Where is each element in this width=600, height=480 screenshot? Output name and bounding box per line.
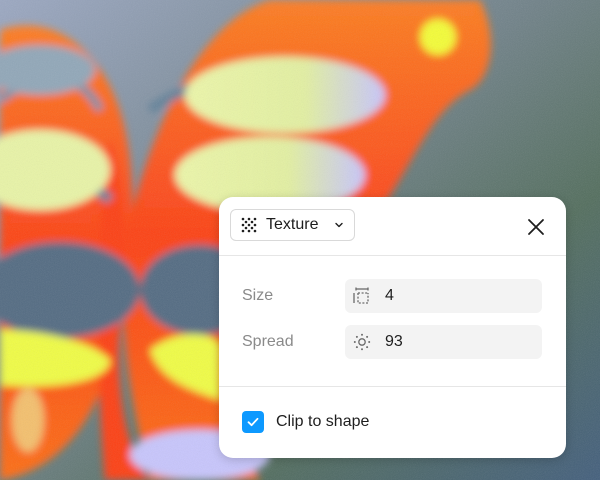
spread-label: Spread [242, 333, 294, 350]
size-corners-icon [353, 287, 369, 304]
checkmark-icon [247, 417, 259, 427]
texture-effect-panel: Texture Size 4 Spread 93 Clip to shape [219, 197, 566, 458]
clip-to-shape-label: Clip to shape [276, 413, 370, 430]
spread-sun-icon [353, 333, 371, 351]
spread-input[interactable]: 93 [345, 325, 542, 359]
spread-value: 93 [385, 333, 403, 350]
texture-dots-icon [241, 217, 257, 233]
chevron-down-icon [335, 222, 343, 228]
size-label: Size [242, 287, 274, 304]
effect-type-dropdown[interactable]: Texture [230, 209, 355, 241]
effect-type-label: Texture [266, 216, 319, 233]
header-divider [219, 255, 566, 256]
panel-header: Texture [219, 197, 566, 255]
section-divider [219, 386, 566, 387]
size-input[interactable]: 4 [345, 279, 542, 313]
size-value: 4 [385, 287, 394, 304]
clip-to-shape-checkbox[interactable] [242, 411, 264, 433]
clip-to-shape-row: Clip to shape [242, 411, 369, 433]
close-icon[interactable] [523, 214, 549, 240]
